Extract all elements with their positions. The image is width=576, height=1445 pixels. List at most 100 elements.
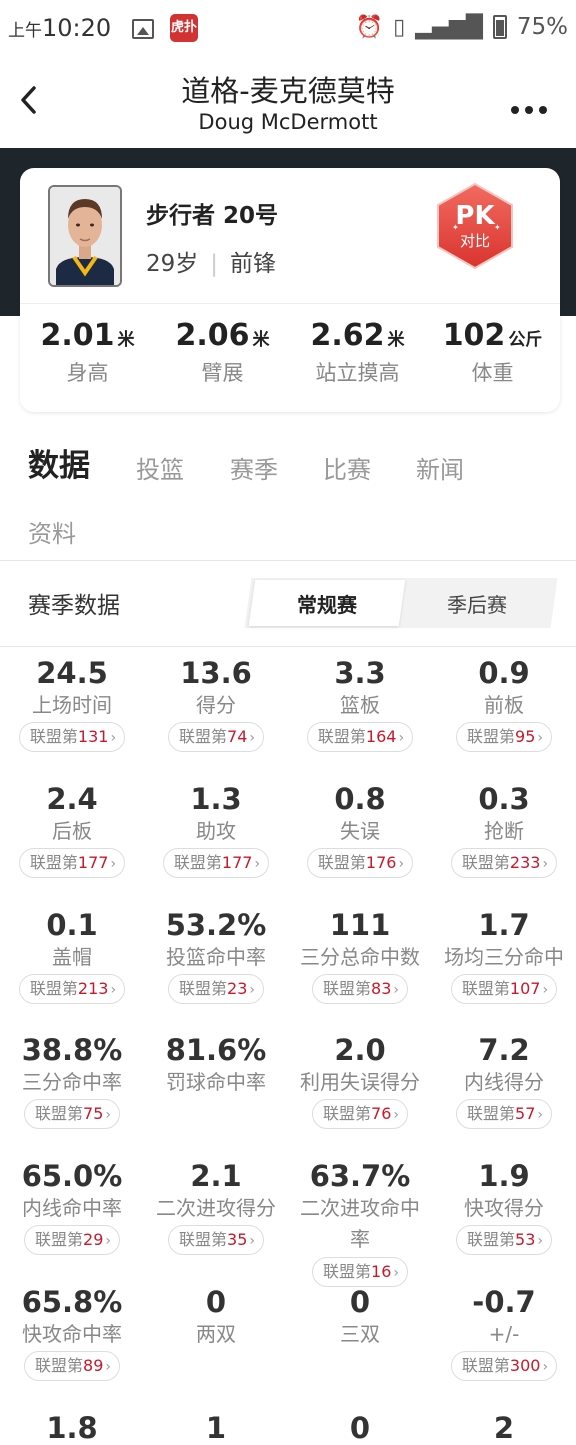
stat-cell: 1.7 场均三分命中 联盟第107 › bbox=[432, 908, 576, 1004]
stat-cell: 1.9 快攻得分 联盟第53 › bbox=[432, 1159, 576, 1255]
tab-data[interactable]: 数据 bbox=[28, 440, 90, 485]
league-rank-badge[interactable]: 联盟第177 › bbox=[18, 848, 126, 878]
stat-cell: 1.3 助攻 联盟第177 › bbox=[144, 782, 288, 878]
league-rank-badge[interactable]: 联盟第95 › bbox=[456, 722, 552, 752]
rank-prefix: 联盟第 bbox=[461, 979, 510, 998]
stat-value: 24.5 bbox=[36, 656, 108, 690]
measure-height: 2.01 米 身高 bbox=[40, 318, 135, 385]
status-icons: ⏰ ▯ ▂▄▆█ 75% bbox=[356, 14, 568, 40]
regular-season-option[interactable]: 常规赛 bbox=[252, 589, 402, 618]
more-button[interactable] bbox=[510, 88, 548, 123]
chevron-right-icon: › bbox=[542, 982, 549, 998]
league-rank-badge[interactable]: 联盟第75 › bbox=[24, 1099, 120, 1129]
stat-label: 得分 bbox=[196, 693, 236, 717]
league-rank-badge[interactable]: 联盟第213 › bbox=[18, 974, 126, 1004]
stat-value: 2.0 bbox=[334, 1033, 386, 1067]
league-rank-badge[interactable]: 联盟第35 › bbox=[168, 1225, 264, 1255]
league-rank-badge[interactable]: 联盟第300 › bbox=[450, 1351, 558, 1381]
league-rank-badge[interactable]: 联盟第16 › bbox=[312, 1257, 408, 1287]
chevron-right-icon: › bbox=[537, 1233, 543, 1249]
stat-label: 利用失误得分 bbox=[300, 1070, 420, 1094]
age-position: 29岁 | 前锋 bbox=[146, 244, 276, 278]
stat-value: -0.7 bbox=[472, 1285, 536, 1319]
league-rank-badge[interactable]: 联盟第29 › bbox=[24, 1225, 120, 1255]
stat-value: 38.8% bbox=[21, 1033, 123, 1067]
rank-number: 177 bbox=[77, 853, 109, 872]
league-rank-badge[interactable]: 联盟第53 › bbox=[456, 1225, 552, 1255]
tab-shooting[interactable]: 投篮 bbox=[136, 450, 184, 485]
stat-label: 上场时间 bbox=[32, 693, 112, 717]
rank-number: 177 bbox=[221, 853, 253, 872]
tab-season[interactable]: 赛季 bbox=[230, 450, 278, 485]
stat-label: 失误 bbox=[340, 819, 380, 843]
league-rank-badge[interactable]: 联盟第164 › bbox=[306, 722, 414, 752]
league-rank-badge[interactable]: 联盟第107 › bbox=[450, 974, 558, 1004]
app-badge-icon: 虎扑 bbox=[170, 14, 198, 42]
chevron-right-icon: › bbox=[393, 1107, 399, 1123]
stat-label: 抢断 bbox=[484, 819, 524, 843]
league-rank-badge[interactable]: 联盟第89 › bbox=[24, 1351, 120, 1381]
stat-value: 0 bbox=[205, 1285, 227, 1319]
chevron-right-icon: › bbox=[105, 1359, 111, 1375]
chevron-right-icon: › bbox=[393, 982, 399, 998]
rank-number: 95 bbox=[515, 727, 536, 746]
rank-prefix: 联盟第 bbox=[179, 979, 228, 998]
rank-prefix: 联盟第 bbox=[323, 1262, 372, 1281]
stat-cell: 2.4 后板 联盟第177 › bbox=[0, 782, 144, 878]
card-divider bbox=[20, 303, 560, 304]
tab-news[interactable]: 新闻 bbox=[416, 450, 464, 485]
pk-compare-button[interactable]: PK 对比 ✦ ✦ bbox=[432, 180, 518, 276]
stat-label: 三分命中率 bbox=[22, 1070, 122, 1094]
league-rank-badge[interactable]: 联盟第76 › bbox=[312, 1099, 408, 1129]
rank-prefix: 联盟第 bbox=[323, 979, 372, 998]
rank-number: 213 bbox=[77, 979, 109, 998]
battery-icon bbox=[492, 15, 507, 39]
league-rank-badge[interactable]: 联盟第177 › bbox=[162, 848, 270, 878]
league-rank-badge[interactable]: 联盟第83 › bbox=[312, 974, 408, 1004]
league-rank-badge[interactable]: 联盟第233 › bbox=[450, 848, 558, 878]
stat-cell: 0 两双 bbox=[144, 1285, 288, 1349]
stat-value: 65.0% bbox=[21, 1159, 123, 1193]
stat-value: 63.7% bbox=[309, 1159, 411, 1193]
stat-cell: 0.8 失误联盟第176 › bbox=[288, 782, 432, 878]
league-rank-badge[interactable]: 联盟第57 › bbox=[456, 1099, 552, 1129]
rank-number: 53 bbox=[515, 1230, 536, 1249]
tab-games[interactable]: 比赛 bbox=[323, 450, 371, 485]
rank-number: 74 bbox=[227, 727, 248, 746]
stat-value: 0.8 bbox=[334, 782, 386, 816]
signal-icon: ▂▄▆█ bbox=[415, 14, 483, 40]
stat-cell: 38.8% 三分命中率联盟第75 › bbox=[0, 1033, 144, 1129]
rank-number: 131 bbox=[77, 727, 109, 746]
stat-label: 场均三分命中 bbox=[444, 945, 564, 969]
vibrate-icon: ▯ bbox=[393, 14, 406, 40]
rank-number: 83 bbox=[371, 979, 392, 998]
league-rank-badge[interactable]: 联盟第176 › bbox=[306, 848, 414, 878]
league-rank-badge[interactable]: 联盟第74 › bbox=[168, 722, 264, 752]
rank-number: 29 bbox=[83, 1230, 104, 1249]
rank-prefix: 联盟第 bbox=[29, 979, 78, 998]
player-position: 前锋 bbox=[230, 251, 277, 277]
stat-cell: 13.6 得分 联盟第74 › bbox=[144, 656, 288, 752]
gallery-icon bbox=[132, 19, 154, 39]
stat-cell: 65.0% 内线命中率 联盟第29 › bbox=[0, 1159, 144, 1255]
league-rank-badge[interactable]: 联盟第23 › bbox=[168, 974, 264, 1004]
status-time: 上午10:20 bbox=[8, 14, 112, 42]
rank-number: 35 bbox=[227, 1230, 248, 1249]
chevron-right-icon: › bbox=[105, 1233, 111, 1249]
chevron-right-icon: › bbox=[110, 982, 117, 998]
chevron-right-icon: › bbox=[398, 730, 405, 746]
tab-bar: 数据 投篮 赛季 比赛 新闻 资料 bbox=[0, 432, 576, 560]
chevron-right-icon: › bbox=[110, 730, 117, 746]
rank-number: 233 bbox=[509, 853, 541, 872]
stat-label: 前板 bbox=[484, 693, 524, 717]
tab-profile[interactable]: 资料 bbox=[28, 514, 76, 549]
rank-prefix: 联盟第 bbox=[467, 727, 516, 746]
stat-value: 65.8% bbox=[21, 1285, 123, 1319]
league-rank-badge[interactable]: 联盟第131 › bbox=[18, 722, 126, 752]
measure-weight: 102 公斤 体重 bbox=[442, 318, 543, 385]
pk-badge-icon: PK 对比 ✦ ✦ bbox=[437, 182, 513, 270]
battery-level: 75% bbox=[516, 14, 568, 40]
rank-prefix: 联盟第 bbox=[173, 853, 222, 872]
playoffs-option[interactable]: 季后赛 bbox=[402, 589, 552, 618]
svg-text:✦: ✦ bbox=[494, 223, 501, 232]
